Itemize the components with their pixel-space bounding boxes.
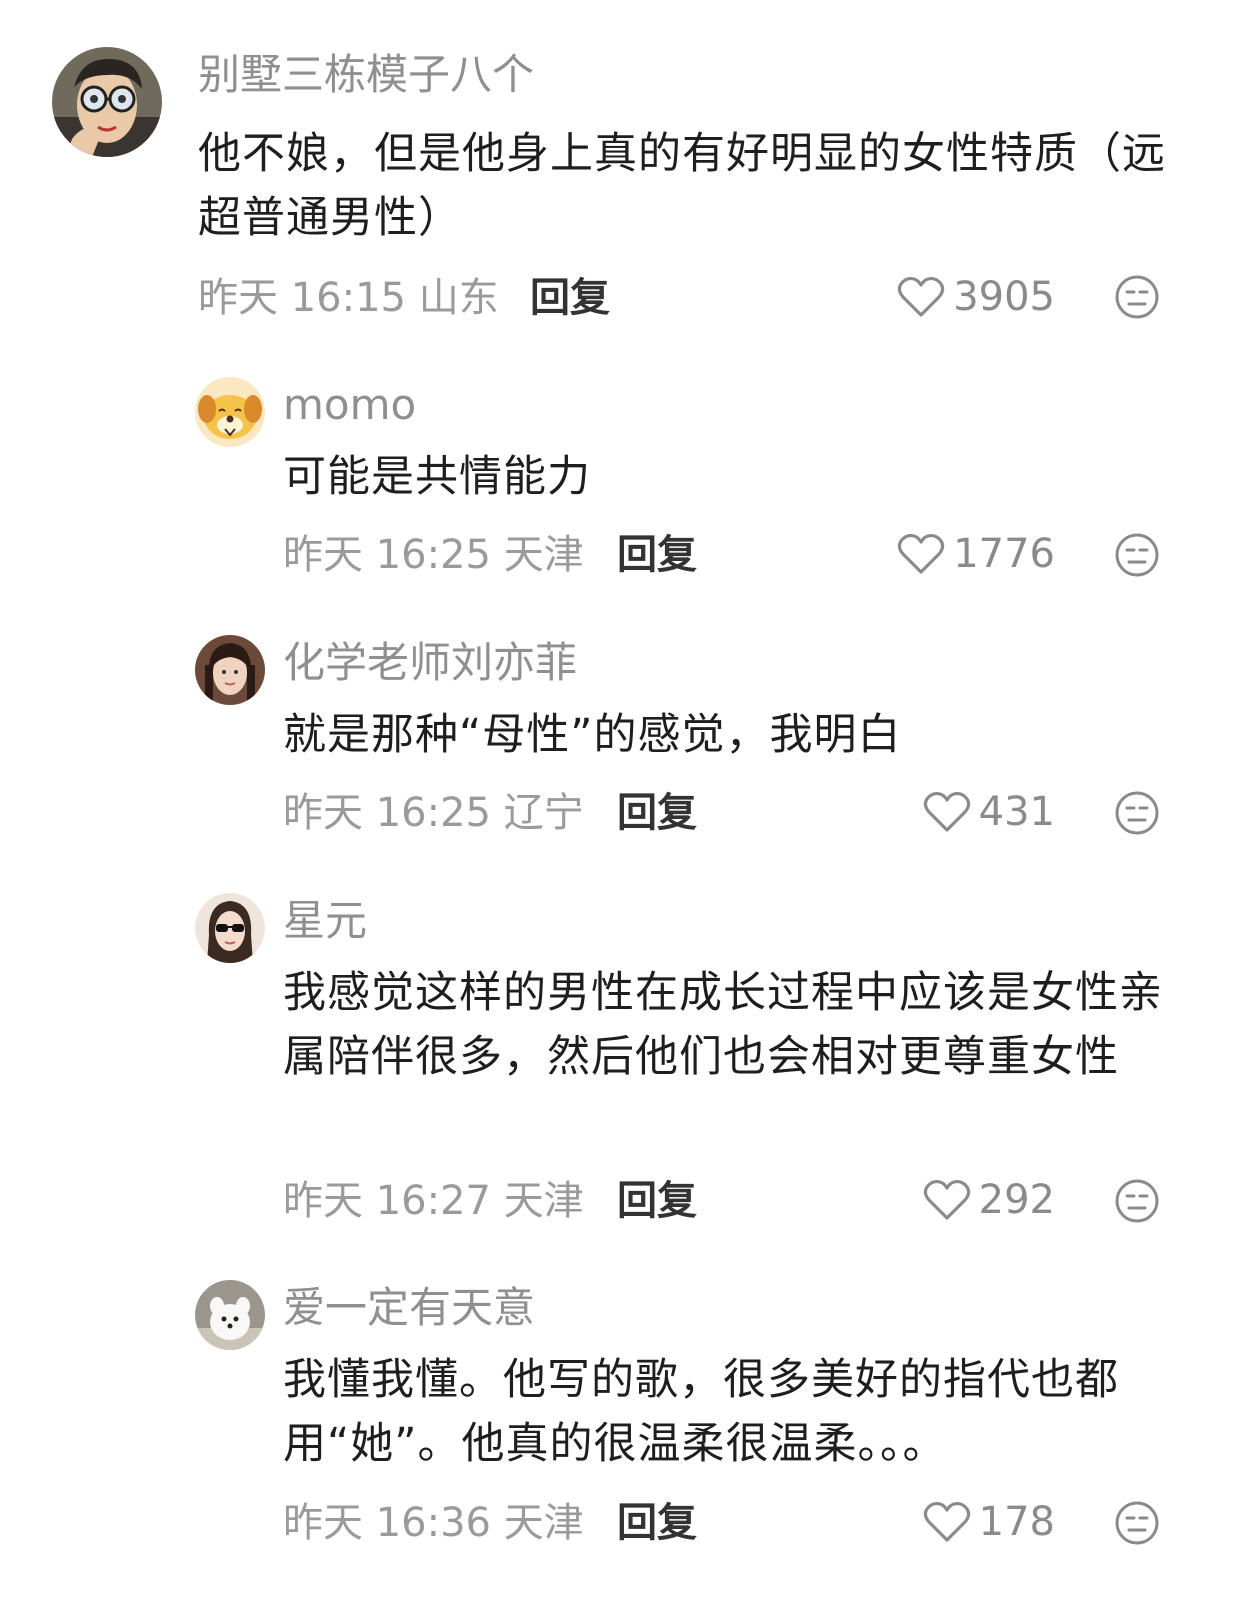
like-count: 1776 (953, 531, 1055, 577)
reply-comment-item: 星元 我感觉这样的男性在成长过程中应该是女性亲属陪伴很多，然后他们也会相对更尊重… (0, 880, 1260, 1260)
unamused-face-icon (1115, 791, 1159, 835)
comment-content: 他不娘，但是他身上真的有好明显的女性特质（远超普通男性） (198, 129, 1166, 243)
comment-location: 天津 (503, 1500, 584, 1546)
heart-outline-icon (898, 276, 945, 317)
yellow-dog-icon (195, 377, 265, 447)
avatar[interactable] (195, 893, 265, 963)
comment-username[interactable]: 爱一定有天意 (283, 1287, 535, 1329)
dislike-button[interactable] (1114, 1500, 1160, 1546)
like-count: 178 (978, 1499, 1055, 1545)
comment-item: 别墅三栋模子八个 他不娘，但是他身上真的有好明显的女性特质（远超普通男性） 昨天… (0, 0, 1260, 340)
comment-username[interactable]: momo (283, 384, 416, 426)
avatar[interactable] (52, 47, 162, 157)
comment-meta: 昨天 16:25 辽宁 (283, 793, 584, 833)
comment-meta: 昨天 16:15 山东 (198, 278, 499, 318)
comment-time: 昨天 16:25 (283, 790, 491, 836)
unamused-face-icon (1115, 1179, 1159, 1223)
like-count: 292 (978, 1177, 1055, 1223)
comment-location: 山东 (418, 275, 499, 321)
like-button[interactable]: 292 (923, 1178, 1055, 1222)
woman-sunglasses-icon (195, 893, 265, 963)
reply-button[interactable]: 回复 (530, 278, 610, 318)
reply-button[interactable]: 回复 (617, 1181, 697, 1221)
woman-photo-icon (195, 635, 265, 705)
dislike-button[interactable] (1114, 532, 1160, 578)
comment-meta: 昨天 16:27 天津 (283, 1181, 584, 1221)
comment-location: 天津 (503, 532, 584, 578)
comment-username[interactable]: 星元 (283, 900, 367, 942)
unamused-face-icon (1115, 533, 1159, 577)
dislike-button[interactable] (1114, 790, 1160, 836)
unamused-face-icon (1115, 1501, 1159, 1545)
comment-time: 昨天 16:36 (283, 1500, 491, 1546)
comment-content: 我懂我懂。他写的歌，很多美好的指代也都用“她”。他真的很温柔很温柔。。。 (283, 1355, 1119, 1469)
reply-comment-item: 化学老师刘亦菲 就是那种“母性”的感觉，我明白 昨天 16:25 辽宁 回复 4… (0, 620, 1260, 860)
dislike-button[interactable] (1114, 1178, 1160, 1224)
like-count: 3905 (953, 274, 1055, 320)
unamused-face-icon (1115, 275, 1159, 319)
comment-meta: 昨天 16:25 天津 (283, 535, 584, 575)
comment-content: 可能是共情能力 (283, 452, 591, 502)
heart-outline-icon (898, 533, 945, 574)
heart-outline-icon (923, 1179, 970, 1220)
comment-location: 辽宁 (503, 790, 584, 836)
comment-location: 天津 (503, 1178, 584, 1224)
heart-outline-icon (923, 791, 970, 832)
comment-username[interactable]: 化学老师刘亦菲 (283, 642, 577, 684)
like-button[interactable]: 178 (923, 1500, 1055, 1544)
comment-username[interactable]: 别墅三栋模子八个 (198, 54, 534, 96)
white-dog-photo-icon (195, 1280, 265, 1350)
like-count: 431 (978, 789, 1055, 835)
reply-comment-item: 爱一定有天意 我懂我懂。他写的歌，很多美好的指代也都用“她”。他真的很温柔很温柔… (0, 1265, 1260, 1598)
comment-content: 我感觉这样的男性在成长过程中应该是女性亲属陪伴很多，然后他们也会相对更尊重女性 (283, 968, 1163, 1082)
reply-button[interactable]: 回复 (617, 535, 697, 575)
avatar[interactable] (195, 635, 265, 705)
reply-button[interactable]: 回复 (617, 1503, 697, 1543)
reply-button[interactable]: 回复 (617, 793, 697, 833)
reply-comment-item: momo 可能是共情能力 昨天 16:25 天津 回复 1776 (0, 360, 1260, 600)
avatar[interactable] (195, 377, 265, 447)
comment-time: 昨天 16:27 (283, 1178, 491, 1224)
comment-time: 昨天 16:15 (198, 275, 406, 321)
heart-outline-icon (923, 1501, 970, 1542)
dislike-button[interactable] (1114, 274, 1160, 320)
comment-meta: 昨天 16:36 天津 (283, 1503, 584, 1543)
cartoon-man-glasses-icon (52, 47, 162, 157)
comment-time: 昨天 16:25 (283, 532, 491, 578)
like-button[interactable]: 431 (923, 790, 1055, 834)
like-button[interactable]: 1776 (897, 532, 1055, 576)
comment-content: 就是那种“母性”的感觉，我明白 (283, 710, 902, 760)
avatar[interactable] (195, 1280, 265, 1350)
like-button[interactable]: 3905 (897, 275, 1055, 319)
